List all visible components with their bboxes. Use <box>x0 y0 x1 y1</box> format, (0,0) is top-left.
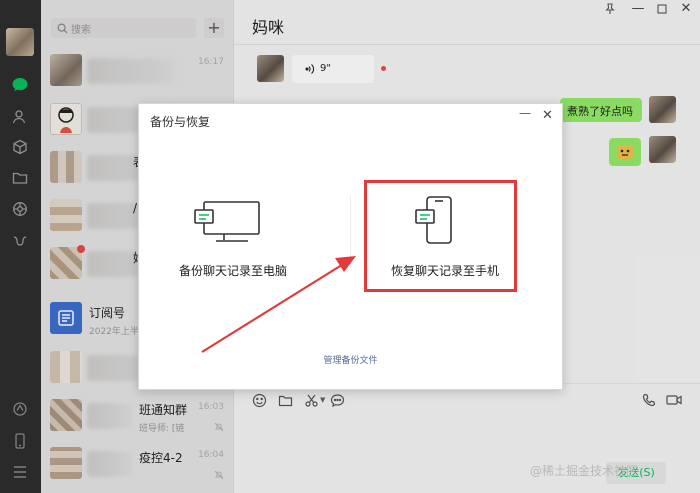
annotation-arrow <box>201 256 356 353</box>
